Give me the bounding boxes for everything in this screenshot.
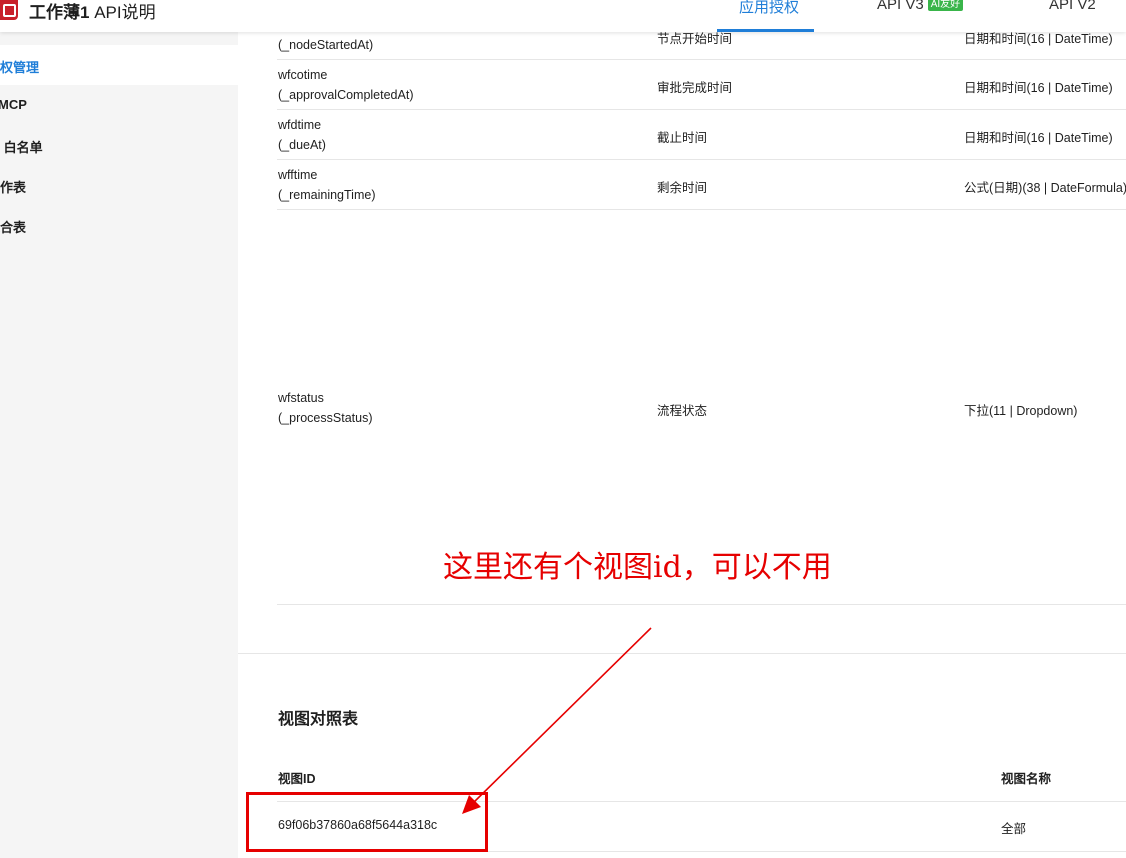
active-tab-indicator [717, 29, 814, 32]
field-name: 流程状态 [657, 404, 708, 418]
field-alias: wfstatus [278, 391, 324, 405]
top-header: 工作薄1 API说明 应用授权 API V3 AI友好 API V2 [0, 0, 1126, 32]
field-name: 剩余时间 [657, 181, 708, 195]
field-type: 日期和时间(16 | DateTime) [964, 131, 1113, 145]
field-type: 下拉(11 | Dropdown) [964, 404, 1078, 418]
app-title: 工作薄1 API说明 [29, 0, 156, 23]
view-table-title: 视图对照表 [278, 711, 359, 728]
field-id: (_nodeStartedAt) [278, 38, 374, 52]
view-id-column-header: 视图ID [278, 772, 316, 786]
view-name-cell: 全部 [1001, 822, 1027, 836]
sidebar-item-worksheet[interactable]: 工作表 [0, 165, 238, 205]
sidebar: 授权管理 MCP IP 白名单 工作表 聚合表 [0, 32, 238, 858]
sidebar-item-aggregate-table[interactable]: 聚合表 [0, 205, 238, 245]
field-alias: wfdtime [278, 118, 322, 132]
field-type: 日期和时间(16 | DateTime) [964, 81, 1113, 95]
field-id: (_dueAt) [278, 138, 326, 152]
app-title-rest: API说明 [89, 3, 156, 22]
sidebar-item-ip-whitelist[interactable]: IP 白名单 [0, 125, 238, 165]
nav-tab-api-v2[interactable]: API V2 [1049, 0, 1096, 13]
annotation-highlight-box [246, 792, 488, 852]
sidebar-item-mcp[interactable]: MCP [0, 85, 238, 125]
field-id: (_approvalCompletedAt) [278, 88, 414, 102]
field-alias: wfftime [278, 168, 318, 182]
ai-friendly-badge: AI友好 [927, 0, 964, 11]
field-type: 公式(日期)(38 | DateFormula) [964, 181, 1126, 195]
field-name: 截止时间 [657, 131, 708, 145]
app-logo-icon [0, 0, 18, 20]
sidebar-item-auth-management[interactable]: 授权管理 [0, 45, 238, 85]
table-row: wfftime (_remainingTime) 剩余时间 公式(日期)(38 … [277, 160, 1126, 210]
nav-tab-api-v3-label: API V3 [877, 0, 924, 13]
section-divider [238, 653, 1126, 654]
field-alias: wfcotime [278, 68, 328, 82]
table-row: wfcotime (_approvalCompletedAt) 审批完成时间 日… [277, 60, 1126, 110]
table-row: wfdtime (_dueAt) 截止时间 日期和时间(16 | DateTim… [277, 110, 1126, 160]
app-title-bold: 工作薄1 [29, 3, 90, 22]
nav-tab-api-v3[interactable]: API V3 AI友好 [877, 0, 964, 13]
nav-tab-app-auth[interactable]: 应用授权 [739, 0, 799, 17]
field-id: (_remainingTime) [278, 188, 376, 202]
view-name-column-header: 视图名称 [1001, 772, 1052, 786]
field-name: 审批完成时间 [657, 81, 733, 95]
annotation-note: 这里还有个视图id，可以不用 [443, 550, 832, 585]
field-id: (_processStatus) [278, 411, 373, 425]
